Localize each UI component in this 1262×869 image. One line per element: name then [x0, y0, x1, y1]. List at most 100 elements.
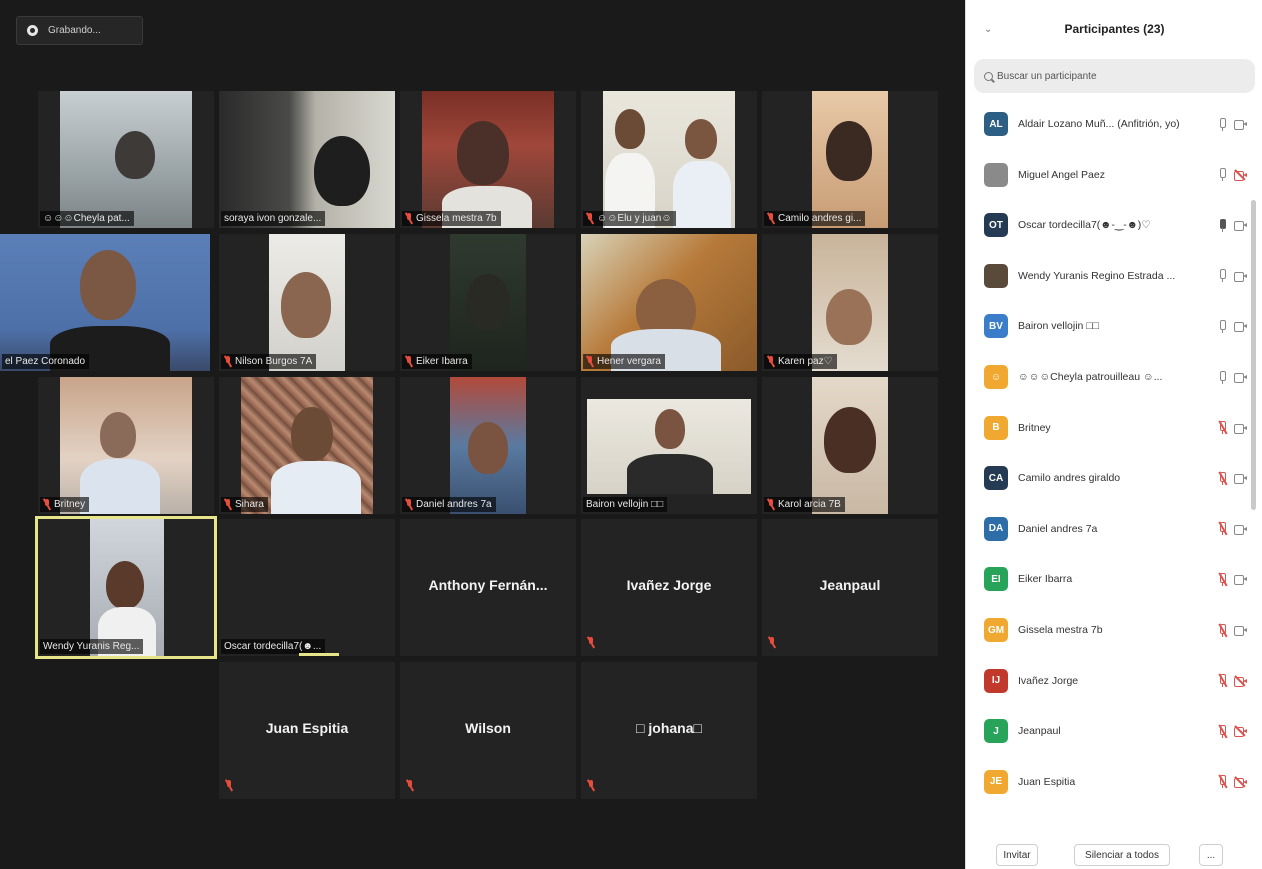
tile-name-tag: ☺☺Elu y juan☺ [583, 211, 676, 226]
video-tile[interactable]: Wilson [400, 662, 576, 799]
video-tile[interactable]: Ivañez Jorge [581, 519, 757, 656]
video-tile-active-speaker[interactable]: Wendy Yuranis Reg... [35, 516, 217, 659]
mic-muted-icon[interactable] [1218, 724, 1228, 739]
tile-name-tag: Karol arcia 7B [764, 497, 845, 512]
participant-row[interactable]: Wendy Yuranis Regino Estrada ... [966, 252, 1251, 300]
search-input[interactable] [997, 70, 1237, 82]
participant-row[interactable]: B Britney [966, 404, 1251, 452]
participant-name: Camilo andres giraldo [1018, 472, 1121, 485]
mic-icon[interactable] [1218, 269, 1226, 283]
participant-row[interactable]: OT Oscar tordecilla7(☻-‿-☻)♡ [966, 201, 1251, 249]
avatar: JE [984, 769, 1008, 794]
participant-row[interactable]: JE Juan Espitia [966, 758, 1251, 806]
video-tile[interactable]: Bairon vellojin □□ [581, 377, 757, 514]
avatar [984, 263, 1008, 288]
participant-name: Daniel andres 7a [1018, 522, 1098, 535]
participant-video [60, 91, 192, 228]
participant-status-icons [1218, 623, 1247, 637]
tile-center-name: Wilson [465, 720, 511, 736]
muted-mic-icon [767, 499, 775, 510]
participant-status-icons [1218, 218, 1247, 232]
participant-status-icons [1218, 521, 1247, 536]
video-tile[interactable]: Daniel andres 7a [400, 377, 576, 514]
panel-footer: Invitar Silenciar a todos ... [966, 840, 1262, 869]
video-tile[interactable]: ☺☺☺Cheyla pat... [38, 91, 214, 228]
muted-mic-icon [405, 499, 413, 510]
camera-off-icon [1234, 169, 1247, 181]
camera-off-icon [1234, 675, 1247, 687]
participant-video [581, 234, 757, 371]
participant-row[interactable]: Miguel Angel Paez [966, 151, 1251, 199]
participant-name: Britney [1018, 421, 1051, 434]
muted-mic-icon [767, 213, 775, 224]
avatar: DA [984, 516, 1008, 541]
participant-list[interactable]: AL Aldair Lozano Muñ... (Anfitrión, yo) Mi… [966, 100, 1262, 825]
participant-status-icons [1218, 319, 1247, 333]
mic-muted-icon[interactable] [1218, 572, 1228, 587]
mic-muted-icon[interactable] [1218, 774, 1228, 789]
avatar: CA [984, 466, 1008, 491]
tile-name-tag: Oscar tordecilla7(☻... [221, 639, 326, 654]
video-tile[interactable]: Nilson Burgos 7A [219, 234, 395, 371]
mic-icon[interactable] [1218, 218, 1226, 232]
participant-row[interactable]: CA Camilo andres giraldo [966, 454, 1251, 502]
mic-muted-icon[interactable] [1218, 420, 1228, 435]
video-tile[interactable]: el Paez Coronado [0, 234, 210, 371]
participant-name: Miguel Angel Paez [1018, 168, 1105, 181]
mic-icon[interactable] [1218, 370, 1226, 384]
video-tile[interactable]: Karol arcia 7B [762, 377, 938, 514]
participant-name: Eiker Ibarra [1018, 573, 1073, 586]
avatar [984, 162, 1008, 187]
participant-row[interactable]: ☺ ☺☺☺Cheyla patrouilleau ☺... [966, 353, 1251, 401]
participant-video [90, 519, 164, 656]
participant-search[interactable] [974, 59, 1255, 93]
video-tile[interactable]: Karen paz♡ [762, 234, 938, 371]
mic-icon[interactable] [1218, 319, 1226, 333]
video-tile[interactable]: Jeanpaul [762, 519, 938, 656]
mic-icon[interactable] [1218, 168, 1226, 182]
invite-button[interactable]: Invitar [996, 844, 1038, 866]
participant-row[interactable]: IJ Ivañez Jorge [966, 657, 1251, 705]
video-tile[interactable]: Hener vergara [581, 234, 757, 371]
camera-icon [1234, 423, 1247, 434]
camera-icon [1234, 372, 1247, 383]
video-tile[interactable]: Britney [38, 377, 214, 514]
participant-list-scrollbar[interactable] [1251, 200, 1256, 510]
mic-muted-icon[interactable] [1218, 521, 1228, 536]
participant-status-icons [1218, 471, 1247, 486]
avatar: EI [984, 567, 1008, 592]
camera-icon [1234, 321, 1247, 333]
participant-video [219, 91, 395, 228]
participant-name: Wendy Yuranis Regino Estrada ... [1018, 269, 1176, 282]
participant-row[interactable]: EI Eiker Ibarra [966, 555, 1251, 603]
mic-muted-icon[interactable] [1218, 623, 1228, 637]
video-tile[interactable]: Sihara [219, 377, 395, 514]
record-icon [27, 25, 38, 36]
participant-row[interactable]: BV Bairon vellojin □□ [966, 302, 1251, 350]
participant-row[interactable]: DA Daniel andres 7a [966, 505, 1251, 553]
video-tile[interactable]: Eiker Ibarra [400, 234, 576, 371]
mic-icon[interactable] [1218, 117, 1226, 131]
video-tile[interactable]: ☺☺Elu y juan☺ [581, 91, 757, 228]
video-tile[interactable]: Gissela mestra 7b [400, 91, 576, 228]
tile-name-tag: Britney [40, 497, 90, 512]
video-tile[interactable]: Anthony Fernán... [400, 519, 576, 656]
camera-icon [1234, 625, 1247, 636]
video-tile[interactable]: soraya ivon gonzale... [219, 91, 395, 228]
video-tile[interactable]: □ johana□ [581, 662, 757, 799]
video-tile[interactable]: Camilo andres gi... [762, 91, 938, 228]
participant-row[interactable]: AL Aldair Lozano Muñ... (Anfitrión, yo) [966, 100, 1251, 148]
mic-muted-icon[interactable] [1218, 471, 1228, 486]
participant-row[interactable]: GM Gissela mestra 7b [966, 606, 1251, 654]
recording-indicator[interactable]: Grabando... [16, 16, 143, 45]
participant-status-icons [1218, 168, 1247, 182]
video-tile[interactable]: Juan Espitia [219, 662, 395, 799]
video-tile[interactable]: Oscar tordecilla7(☻... [219, 519, 395, 656]
tile-name-tag: ☺☺☺Cheyla pat... [40, 211, 134, 226]
participant-row[interactable]: J Jeanpaul [966, 707, 1251, 755]
mic-muted-icon[interactable] [1218, 673, 1228, 688]
more-options-button[interactable]: ... [1199, 844, 1223, 866]
muted-mic-icon [405, 356, 413, 367]
camera-off-icon [1234, 776, 1247, 788]
mute-all-button[interactable]: Silenciar a todos [1074, 844, 1170, 866]
